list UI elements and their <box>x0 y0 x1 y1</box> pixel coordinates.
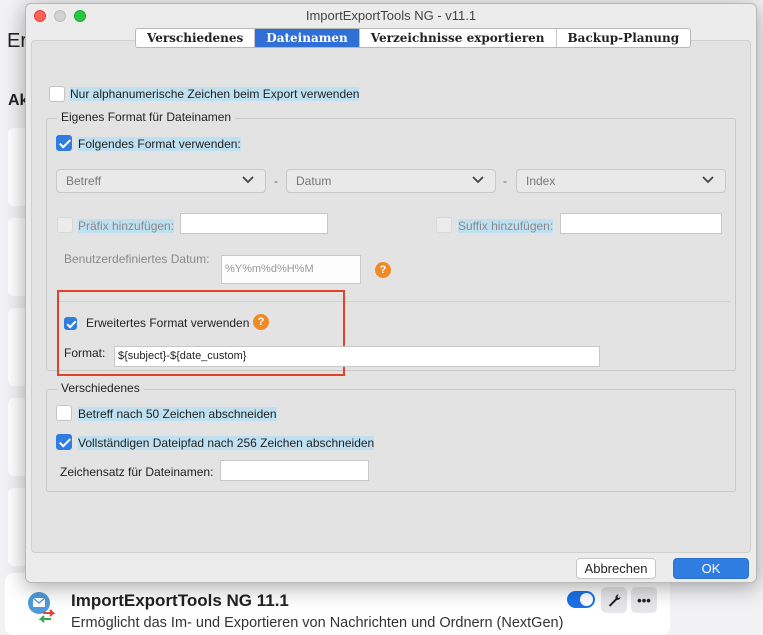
window-titlebar: ImportExportTools NG - v11.1 <box>26 4 756 28</box>
truncate-subject-label: Betreff nach 50 Zeichen abschneiden <box>78 407 277 421</box>
truncate-subject-checkbox[interactable] <box>56 405 72 421</box>
extended-format-help-icon[interactable]: ? <box>253 314 269 330</box>
suffix-label: Suffix hinzufügen: <box>458 219 554 233</box>
addon-enable-toggle[interactable] <box>567 591 595 608</box>
custom-date-input[interactable]: %Y%m%d%H%M <box>221 255 361 284</box>
extended-format-label: Erweitertes Format verwenden <box>86 316 250 330</box>
background-title: Er <box>7 30 27 52</box>
custom-date-label: Benutzerdefiniertes Datum: <box>64 252 210 266</box>
minimize-window-icon[interactable] <box>54 10 66 22</box>
suffix-checkbox[interactable] <box>436 217 452 233</box>
alphanumeric-label: Nur alphanumerische Zeichen beim Export … <box>70 87 360 101</box>
addon-icon <box>28 592 56 623</box>
tab-verzeichnisse-exportieren[interactable]: Verzeichnisse exportieren <box>360 29 557 47</box>
charset-label: Zeichensatz für Dateinamen: <box>60 465 214 479</box>
custom-format-legend: Eigenes Format für Dateinamen <box>57 110 236 124</box>
tab-dateinamen[interactable]: Dateinamen <box>255 29 360 47</box>
format-select-3-value: Index <box>526 174 556 188</box>
truncate-path-label: Vollständigen Dateipfad nach 256 Zeichen… <box>78 436 375 450</box>
custom-date-help-icon[interactable]: ? <box>375 262 391 278</box>
prefix-input[interactable] <box>180 213 328 234</box>
chevron-down-icon <box>472 176 484 184</box>
charset-input[interactable] <box>220 460 369 481</box>
tab-verschiedenes[interactable]: Verschiedenes <box>136 29 256 47</box>
format-select-1[interactable]: Betreff <box>56 169 266 193</box>
format-select-3[interactable]: Index <box>516 169 726 193</box>
use-format-label: Folgendes Format verwenden: <box>78 137 241 151</box>
format-select-1-value: Betreff <box>66 174 102 188</box>
format-select-2-value: Datum <box>296 174 332 188</box>
addon-preferences-button[interactable] <box>601 587 627 613</box>
wrench-icon <box>608 593 621 607</box>
addon-more-button[interactable]: ••• <box>631 587 657 613</box>
zoom-window-icon[interactable] <box>74 10 86 22</box>
more-icon: ••• <box>637 592 651 608</box>
tab-backup-planung[interactable]: Backup-Planung <box>557 29 691 47</box>
addon-description: Ermöglicht das Im- und Exportieren von N… <box>71 615 564 631</box>
addon-name: ImportExportTools NG 11.1 <box>71 591 289 610</box>
close-window-icon[interactable] <box>34 10 46 22</box>
format-separator: - <box>274 174 278 188</box>
window-title: ImportExportTools NG - v11.1 <box>305 8 477 23</box>
suffix-input[interactable] <box>560 213 722 234</box>
cancel-button[interactable]: Abbrechen <box>576 558 656 579</box>
tab-bar: Verschiedenes Dateinamen Verzeichnisse e… <box>135 28 692 48</box>
prefix-checkbox[interactable] <box>57 217 73 233</box>
tab-panel-dateinamen: Nur alphanumerische Zeichen beim Export … <box>31 40 751 553</box>
format-input[interactable]: ${subject}-${date_custom} <box>114 346 600 367</box>
settings-window: ImportExportTools NG - v11.1 Verschieden… <box>25 3 757 583</box>
ok-button[interactable]: OK <box>673 558 749 579</box>
prefix-label: Präfix hinzufügen: <box>78 219 175 233</box>
chevron-down-icon <box>242 176 254 184</box>
format-select-2[interactable]: Datum <box>286 169 496 193</box>
use-format-checkbox[interactable] <box>56 135 72 151</box>
chevron-down-icon <box>702 176 714 184</box>
format-separator: - <box>503 174 507 188</box>
truncate-path-checkbox[interactable] <box>56 434 72 450</box>
format-label: Format: <box>64 346 106 360</box>
extended-format-checkbox[interactable] <box>64 317 77 330</box>
misc-legend: Verschiedenes <box>57 381 144 395</box>
alphanumeric-checkbox[interactable] <box>49 86 65 102</box>
